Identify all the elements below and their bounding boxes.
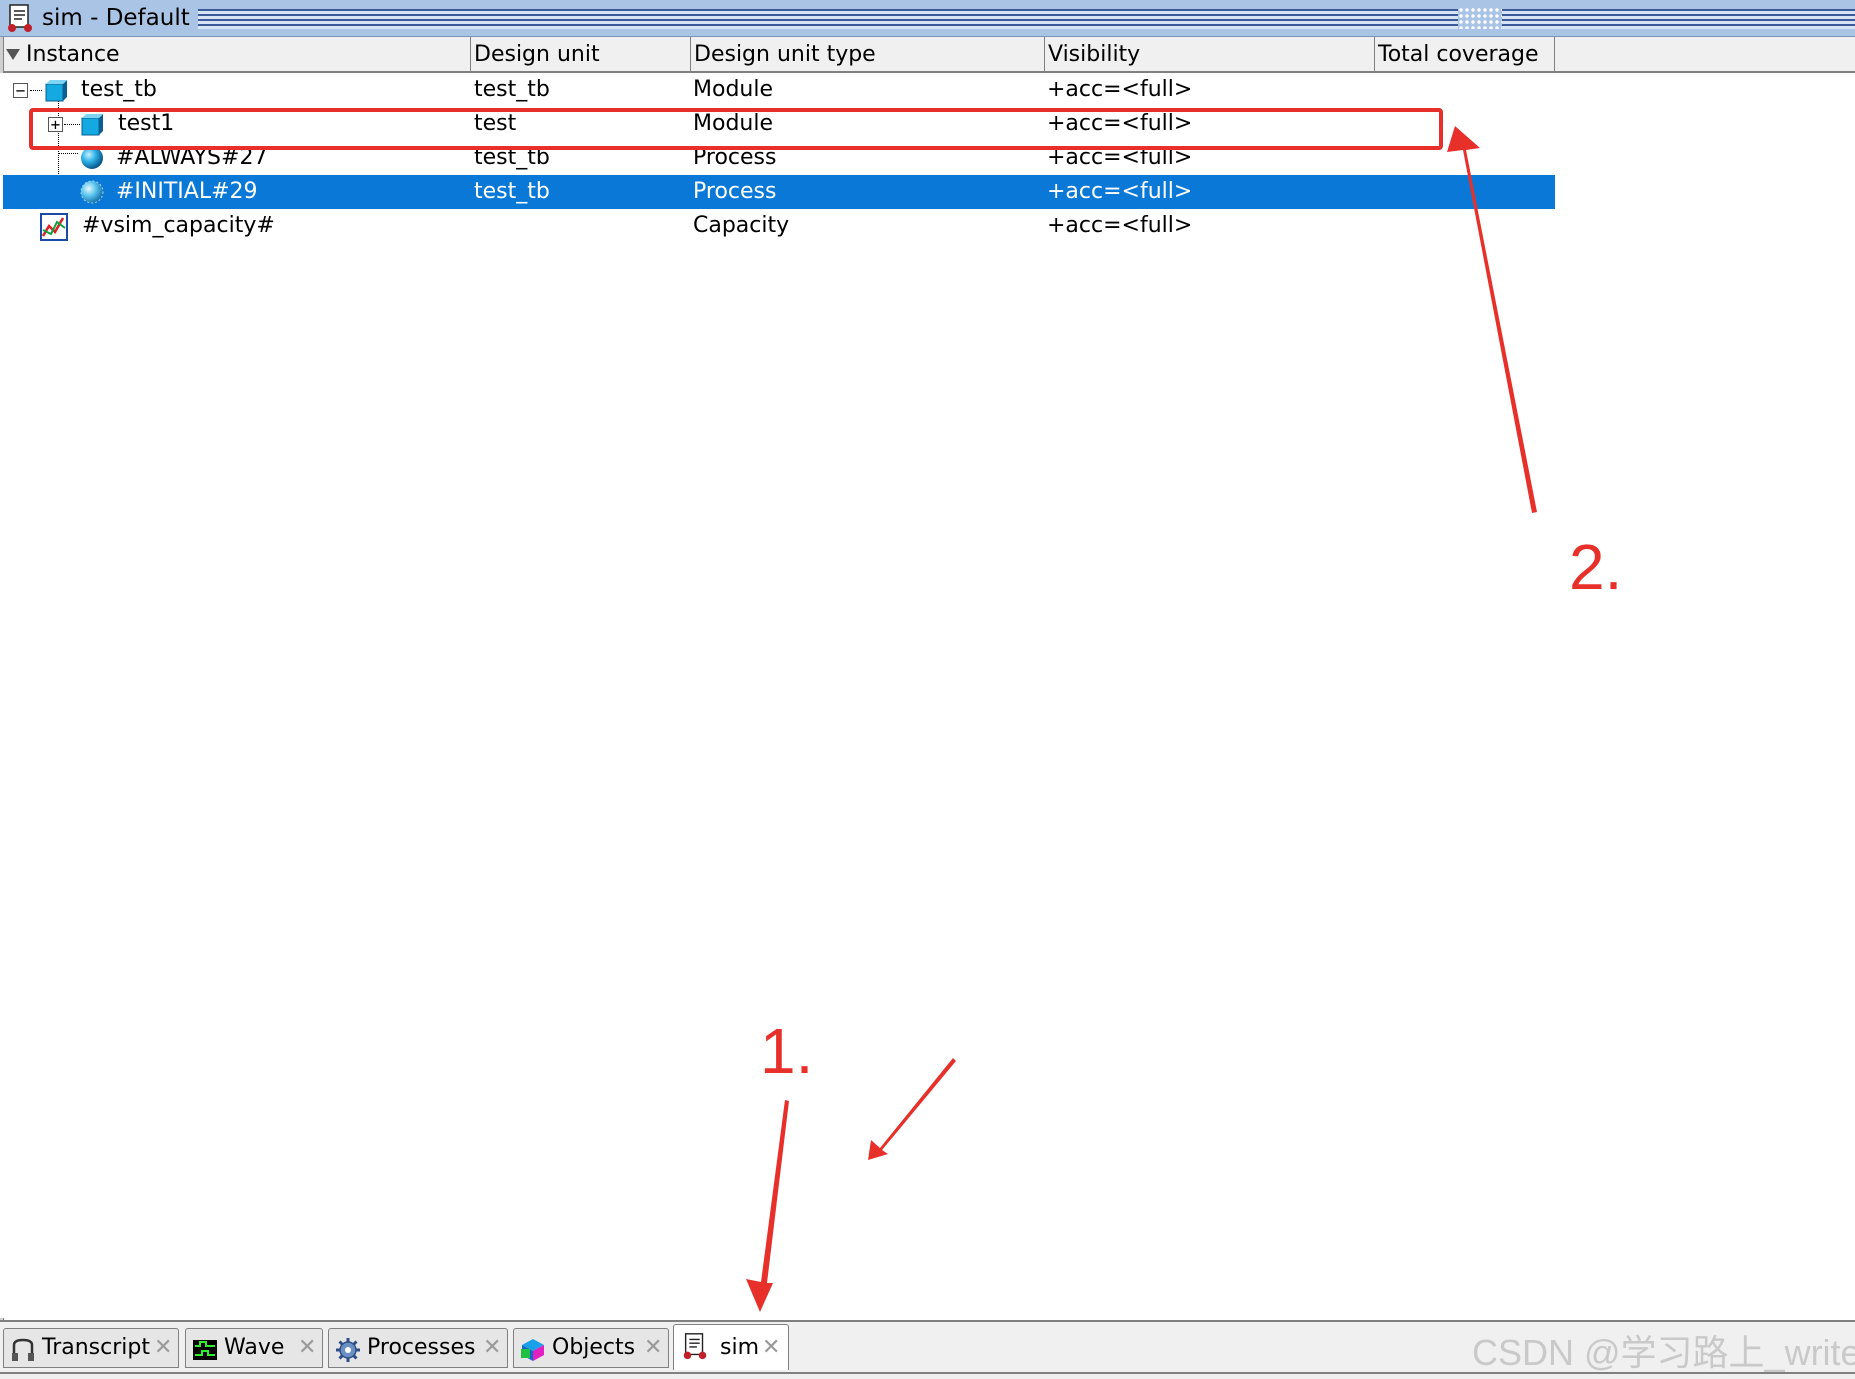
sim-icon <box>683 1333 707 1360</box>
process-icon <box>80 180 104 204</box>
column-label: Design unit type <box>694 42 876 67</box>
visibility: +acc=<full> <box>1047 77 1193 102</box>
close-icon[interactable]: ✕ <box>298 1329 316 1367</box>
title-bar-grip-lines <box>175 9 1855 29</box>
visibility: +acc=<full> <box>1047 213 1193 238</box>
sim-window: sim - Default Instance Design unit Desig… <box>0 0 1855 1379</box>
objects-icon <box>521 1339 544 1361</box>
design-unit-type: Capacity <box>693 213 790 238</box>
instance-name: #vsim_capacity# <box>82 213 275 238</box>
wave-icon <box>193 1340 217 1360</box>
visibility: +acc=<full> <box>1047 179 1193 204</box>
window-title: sim - Default <box>38 3 198 33</box>
tab-processes[interactable]: Processes ✕ <box>328 1328 508 1368</box>
column-visibility[interactable]: Visibility <box>1045 37 1375 71</box>
watermark: CSDN @学习路上_write <box>1472 1332 1855 1373</box>
transcript-icon <box>12 1338 34 1361</box>
column-instance[interactable]: Instance <box>0 37 471 71</box>
tab-label: Objects <box>552 1335 636 1360</box>
design-unit: test_tb <box>474 77 550 102</box>
design-unit-type: Module <box>693 77 773 102</box>
sort-arrow-icon[interactable] <box>6 49 20 60</box>
column-design-unit[interactable]: Design unit <box>471 37 691 71</box>
tab-label: Processes <box>367 1335 476 1360</box>
tab-label: Wave <box>224 1335 285 1360</box>
annotation-step-1: 1. <box>760 1015 814 1087</box>
table-row[interactable]: #vsim_capacity# Capacity +acc=<full> <box>3 209 1555 243</box>
column-total-coverage[interactable]: Total coverage <box>1375 37 1555 71</box>
design-unit: test_tb <box>474 179 550 204</box>
column-label: Visibility <box>1048 42 1141 67</box>
close-icon[interactable]: ✕ <box>762 1329 780 1367</box>
close-icon[interactable]: ✕ <box>483 1329 501 1367</box>
tab-sim[interactable]: sim ✕ <box>673 1324 789 1370</box>
sim-icon <box>8 4 32 32</box>
column-label: Total coverage <box>1378 42 1539 67</box>
tab-objects[interactable]: Objects ✕ <box>513 1328 669 1368</box>
column-label: Design unit <box>474 42 600 67</box>
column-header: Instance Design unit Design unit type Vi… <box>0 37 1855 73</box>
tab-transcript[interactable]: Transcript ✕ <box>3 1328 179 1368</box>
tab-wave[interactable]: Wave ✕ <box>185 1328 323 1368</box>
close-icon[interactable]: ✕ <box>644 1329 662 1367</box>
table-row-selected[interactable]: #INITIAL#29 test_tb Process +acc=<full> <box>3 175 1555 209</box>
title-bar-drag-handle[interactable] <box>1458 7 1502 29</box>
tab-label: Transcript <box>42 1335 150 1360</box>
gear-icon <box>336 1338 360 1362</box>
design-unit-type: Process <box>693 179 777 204</box>
highlight-box <box>29 108 1443 150</box>
annotation-step-2: 2. <box>1569 531 1623 603</box>
instance-name: #INITIAL#29 <box>116 179 258 204</box>
capacity-icon <box>40 213 68 241</box>
close-icon[interactable]: ✕ <box>154 1329 172 1367</box>
column-design-unit-type[interactable]: Design unit type <box>691 37 1045 71</box>
module-icon <box>45 80 67 102</box>
instance-name: test_tb <box>81 77 157 102</box>
instance-tree[interactable]: − test_tb test_tb Module +acc=<full> + t… <box>0 73 1855 1318</box>
collapse-button[interactable]: − <box>13 83 28 99</box>
tab-label: sim <box>720 1335 760 1360</box>
column-label: Instance <box>26 42 120 67</box>
table-row[interactable]: − test_tb test_tb Module +acc=<full> <box>3 73 1555 107</box>
title-bar[interactable]: sim - Default <box>0 0 1855 37</box>
